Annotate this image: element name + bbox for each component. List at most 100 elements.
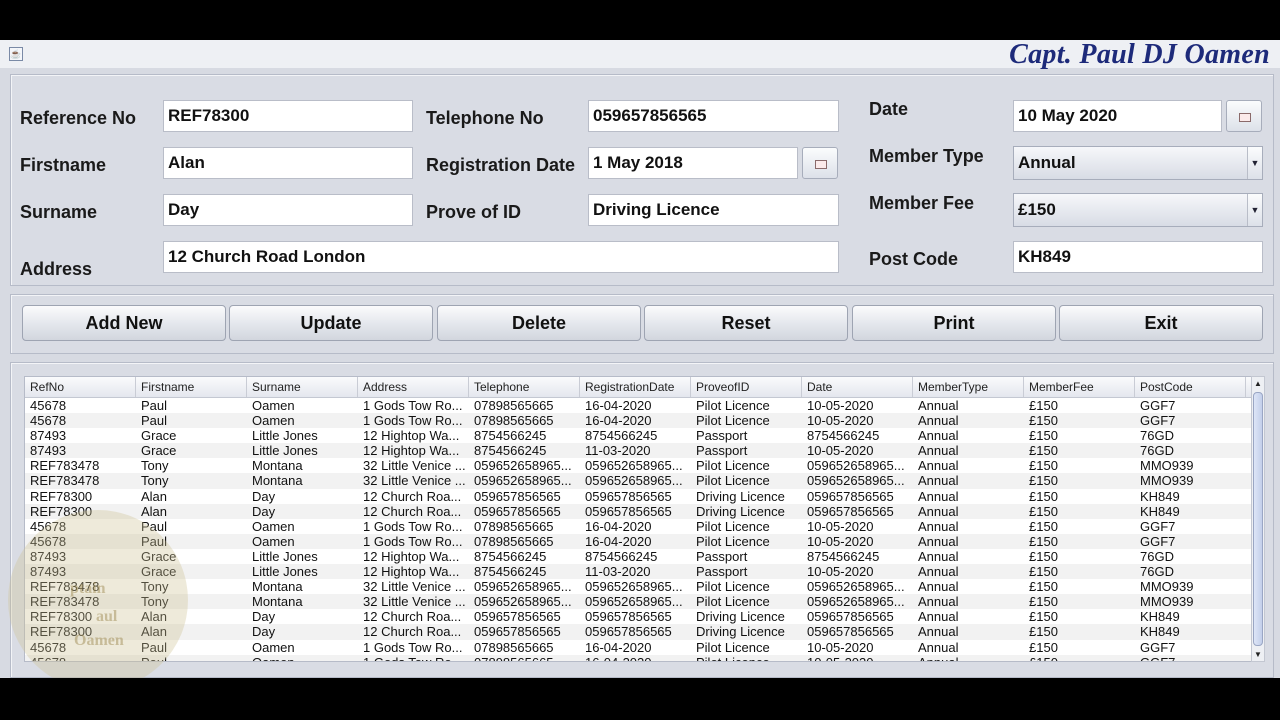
table-cell: 07898565665 <box>474 639 554 655</box>
table-row[interactable]: 45678PaulOamen1 Gods Tow Ro...0789856566… <box>25 654 1252 661</box>
table-cell: 059657856565 <box>585 503 672 519</box>
table-cell: REF78300 <box>30 609 93 625</box>
table-cell: £150 <box>1024 655 1135 661</box>
member-fee-label: Member Fee <box>869 193 975 213</box>
records-table-panel: RefNo Firstname Surname Address Telephone Reg… <box>10 362 1274 678</box>
table-cell: 07898565665 <box>474 413 554 429</box>
post-code-field[interactable]: KH849 <box>1013 241 1263 273</box>
table-cell: 45678 <box>30 533 67 549</box>
column-header-membertype[interactable]: MemberType <box>913 377 1024 397</box>
address-field[interactable]: 12 Church Road London <box>163 241 839 273</box>
firstname-field[interactable]: Alan <box>163 147 413 179</box>
registration-date-field[interactable]: 1 May 2018 <box>588 147 798 179</box>
member-form-panel: Reference No REF78300 Firstname Alan Sur… <box>10 74 1274 286</box>
table-row[interactable]: 87493 Grace Little Jones 12 Hightop Wa... 87… <box>25 428 1252 443</box>
table-cell: 12 Hightop Wa... <box>363 548 460 564</box>
table-scrollbar[interactable]: ▲ ▼ <box>1251 376 1265 662</box>
exit-button[interactable]: Exit <box>1059 305 1263 341</box>
table-row[interactable]: REF78300 Alan Day 12 Church Roa... 059657856… <box>25 503 1252 519</box>
table-cell: Grace <box>141 548 177 564</box>
table-cell: 16-04-2020 <box>585 413 652 429</box>
table-row[interactable]: 45678PaulOamen1 Gods Tow Ro...0789856566… <box>25 533 1252 549</box>
table-row[interactable]: 45678PaulOamen1 Gods Tow Ro...0789856566… <box>25 413 1252 429</box>
table-cell: 8754566245 <box>585 548 658 564</box>
table-cell: 16-04-2020 <box>585 639 652 655</box>
table-cell: 76GD <box>1140 428 1174 444</box>
print-button[interactable]: Print <box>852 305 1056 341</box>
table-row[interactable]: 87493 Grace Little Jones 12 Hightop Wa... 87… <box>25 564 1252 580</box>
member-fee-select[interactable]: £150 ▼ <box>1013 193 1263 227</box>
column-header-telephone[interactable]: Telephone <box>469 377 580 397</box>
table-cell: KH849 <box>1140 503 1180 519</box>
table-cell: Annual <box>918 624 959 640</box>
proof-id-label: Prove of ID <box>426 202 522 222</box>
delete-button[interactable]: Delete <box>437 305 641 341</box>
java-app-icon: ☕ <box>9 47 23 61</box>
table-cell: 45678 <box>30 639 67 655</box>
table-cell: Passport <box>696 428 748 444</box>
table-cell: 8754566245 <box>807 548 880 564</box>
column-header-firstname[interactable]: Firstname <box>136 377 247 397</box>
telephone-field[interactable]: 059657856565 <box>588 100 839 132</box>
date-field[interactable]: 10 May 2020 <box>1013 100 1222 132</box>
table-cell: GGF7 <box>1140 533 1176 549</box>
registration-date-calendar-icon[interactable] <box>802 147 838 179</box>
table-row[interactable]: REF78300 Alan Day 12 Church Roa... 059657856… <box>25 624 1252 640</box>
surname-label: Surname <box>20 202 98 222</box>
table-body: 45678 Paul Oamen 1 Gods Tow Ro... 0789856566… <box>25 398 1252 661</box>
column-header-proveofid[interactable]: ProveofID <box>691 377 802 397</box>
column-header-address[interactable]: Address <box>358 377 469 397</box>
table-cell: GGF7 <box>1135 655 1246 661</box>
table-row[interactable]: 45678PaulOamen1 Gods Tow Ro...0789856566… <box>25 519 1252 534</box>
table-row[interactable]: REF783478 Tony Montana 32 Little Venice ...… <box>25 458 1252 473</box>
table-row[interactable]: REF783478 Tony Montana 32 Little Venice ...… <box>25 473 1252 489</box>
reset-button[interactable]: Reset <box>644 305 848 341</box>
table-cell: 12 Church Roa... <box>363 488 462 504</box>
table-cell: £150 <box>1029 413 1058 429</box>
table-cell: Pilot Licence <box>691 655 802 661</box>
table-cell: Day <box>252 624 276 640</box>
table-cell: 1 Gods Tow Ro... <box>363 413 463 429</box>
column-header-memberfee[interactable]: MemberFee <box>1024 377 1135 397</box>
scroll-down-arrow-icon[interactable]: ▼ <box>1252 648 1264 661</box>
column-header-surname[interactable]: Surname <box>247 377 358 397</box>
table-row[interactable]: 87493 Grace Little Jones 12 Hightop Wa... 87… <box>25 549 1252 564</box>
surname-field[interactable]: Day <box>163 194 413 226</box>
column-header-postcode[interactable]: PostCode <box>1135 377 1246 397</box>
column-header-refno[interactable]: RefNo <box>25 377 136 397</box>
table-cell: REF78300 <box>30 488 93 504</box>
table-cell: GGF7 <box>1140 518 1176 534</box>
table-cell: KH849 <box>1140 624 1180 640</box>
table-cell: Annual <box>913 655 1024 661</box>
table-cell: Little Jones <box>252 564 318 580</box>
proof-id-field[interactable]: Driving Licence <box>588 194 839 226</box>
table-row[interactable]: REF78300 Alan Day 12 Church Roa... 059657856… <box>25 609 1252 624</box>
table-cell: 87493 <box>30 443 67 459</box>
table-cell: 12 Church Roa... <box>363 503 462 519</box>
table-cell: MMO939 <box>1140 458 1194 474</box>
scrollbar-thumb[interactable] <box>1253 392 1263 646</box>
dropdown-arrow-icon[interactable]: ▼ <box>1247 147 1262 179</box>
table-row[interactable]: 87493 Grace Little Jones 12 Hightop Wa... 87… <box>25 443 1252 459</box>
column-header-registrationdate[interactable]: RegistrationDate <box>580 377 691 397</box>
scroll-up-arrow-icon[interactable]: ▲ <box>1252 377 1264 390</box>
table-row[interactable]: 45678PaulOamen1 Gods Tow Ro...0789856566… <box>25 398 1252 413</box>
dropdown-arrow-icon[interactable]: ▼ <box>1247 194 1262 226</box>
table-cell: £150 <box>1029 609 1058 625</box>
table-row[interactable]: 45678PaulOamen1 Gods Tow Ro...0789856566… <box>25 640 1252 655</box>
table-cell: 45678 <box>30 413 67 429</box>
table-row[interactable]: REF783478 Tony Montana 32 Little Venice ...… <box>25 579 1252 594</box>
member-type-select[interactable]: Annual ▼ <box>1013 146 1263 180</box>
reference-no-field[interactable]: REF78300 <box>163 100 413 132</box>
table-cell: 07898565665 <box>474 518 554 534</box>
table-cell: 059652658965... <box>807 594 905 610</box>
table-row[interactable]: REF783478 Tony Montana 32 Little Venice ...… <box>25 594 1252 610</box>
table-cell: 059652658965... <box>585 458 683 474</box>
update-button[interactable]: Update <box>229 305 433 341</box>
table-cell: 10-05-2020 <box>807 564 874 580</box>
table-cell: 76GD <box>1140 443 1174 459</box>
table-row[interactable]: REF78300 Alan Day 12 Church Roa... 059657856… <box>25 489 1252 504</box>
date-calendar-icon[interactable] <box>1226 100 1262 132</box>
column-header-date[interactable]: Date <box>802 377 913 397</box>
add-new-button[interactable]: Add New <box>22 305 226 341</box>
